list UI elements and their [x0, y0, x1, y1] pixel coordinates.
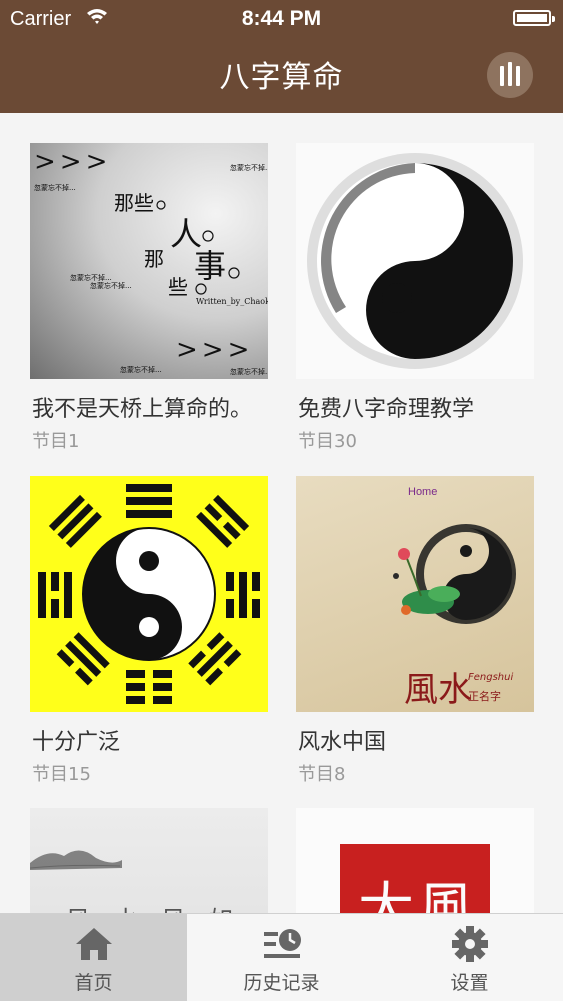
album-cover: 风 水 风 如 专	[30, 808, 268, 913]
tab-settings[interactable]: 设置	[376, 914, 563, 1001]
status-bar: Carrier 8:44 PM	[0, 0, 563, 38]
album-cover: >>> 那些 人 那 事 些 Written_by_Chaoktree >>> …	[30, 143, 268, 379]
tab-history[interactable]: 历史记录	[188, 914, 375, 1001]
album-title: 我不是天桥上算命的。	[32, 397, 253, 422]
gear-icon	[451, 926, 488, 962]
album-cover	[296, 143, 534, 379]
battery-icon	[513, 10, 555, 26]
tab-home[interactable]: 首页	[0, 914, 187, 1001]
tab-label: 首页	[74, 972, 113, 994]
album-grid: >>> 那些 人 那 事 些 Written_by_Chaoktree >>> …	[0, 113, 563, 913]
album-title: 十分广泛	[32, 730, 121, 755]
seal-text: 大風	[358, 877, 478, 913]
tab-bar: 首页 历史记录 设置	[0, 913, 563, 1001]
episode-count: 节目8	[298, 764, 346, 785]
album-cover	[30, 476, 268, 712]
yin-yang-icon	[307, 153, 523, 369]
tab-label: 历史记录	[243, 972, 320, 994]
episode-count: 节目15	[32, 764, 91, 785]
album-cover: 大風	[296, 808, 534, 913]
cover-text: Fengshui	[468, 672, 514, 683]
cover-text: 正名字	[468, 690, 501, 703]
tab-label: 设置	[450, 972, 489, 994]
album-title: 免费八字命理教学	[298, 397, 475, 422]
album-cover: Home 風水 Fengshui 正名字	[296, 476, 534, 712]
history-icon	[263, 929, 301, 958]
cover-text: 風水	[404, 670, 472, 710]
album-title: 风水中国	[298, 730, 387, 755]
equalizer-bars-icon[interactable]	[487, 52, 533, 98]
status-time: 8:44 PM	[241, 7, 322, 30]
home-icon	[75, 928, 112, 960]
page-title: 八字算命	[219, 60, 344, 95]
navigation-bar: Carrier 8:44 PM 八字算命	[0, 0, 563, 113]
episode-count: 节目30	[298, 431, 357, 452]
bagua-icon	[38, 484, 260, 704]
cover-text: 风 水 风 如 专	[66, 900, 268, 913]
episode-count: 节目1	[32, 431, 80, 452]
